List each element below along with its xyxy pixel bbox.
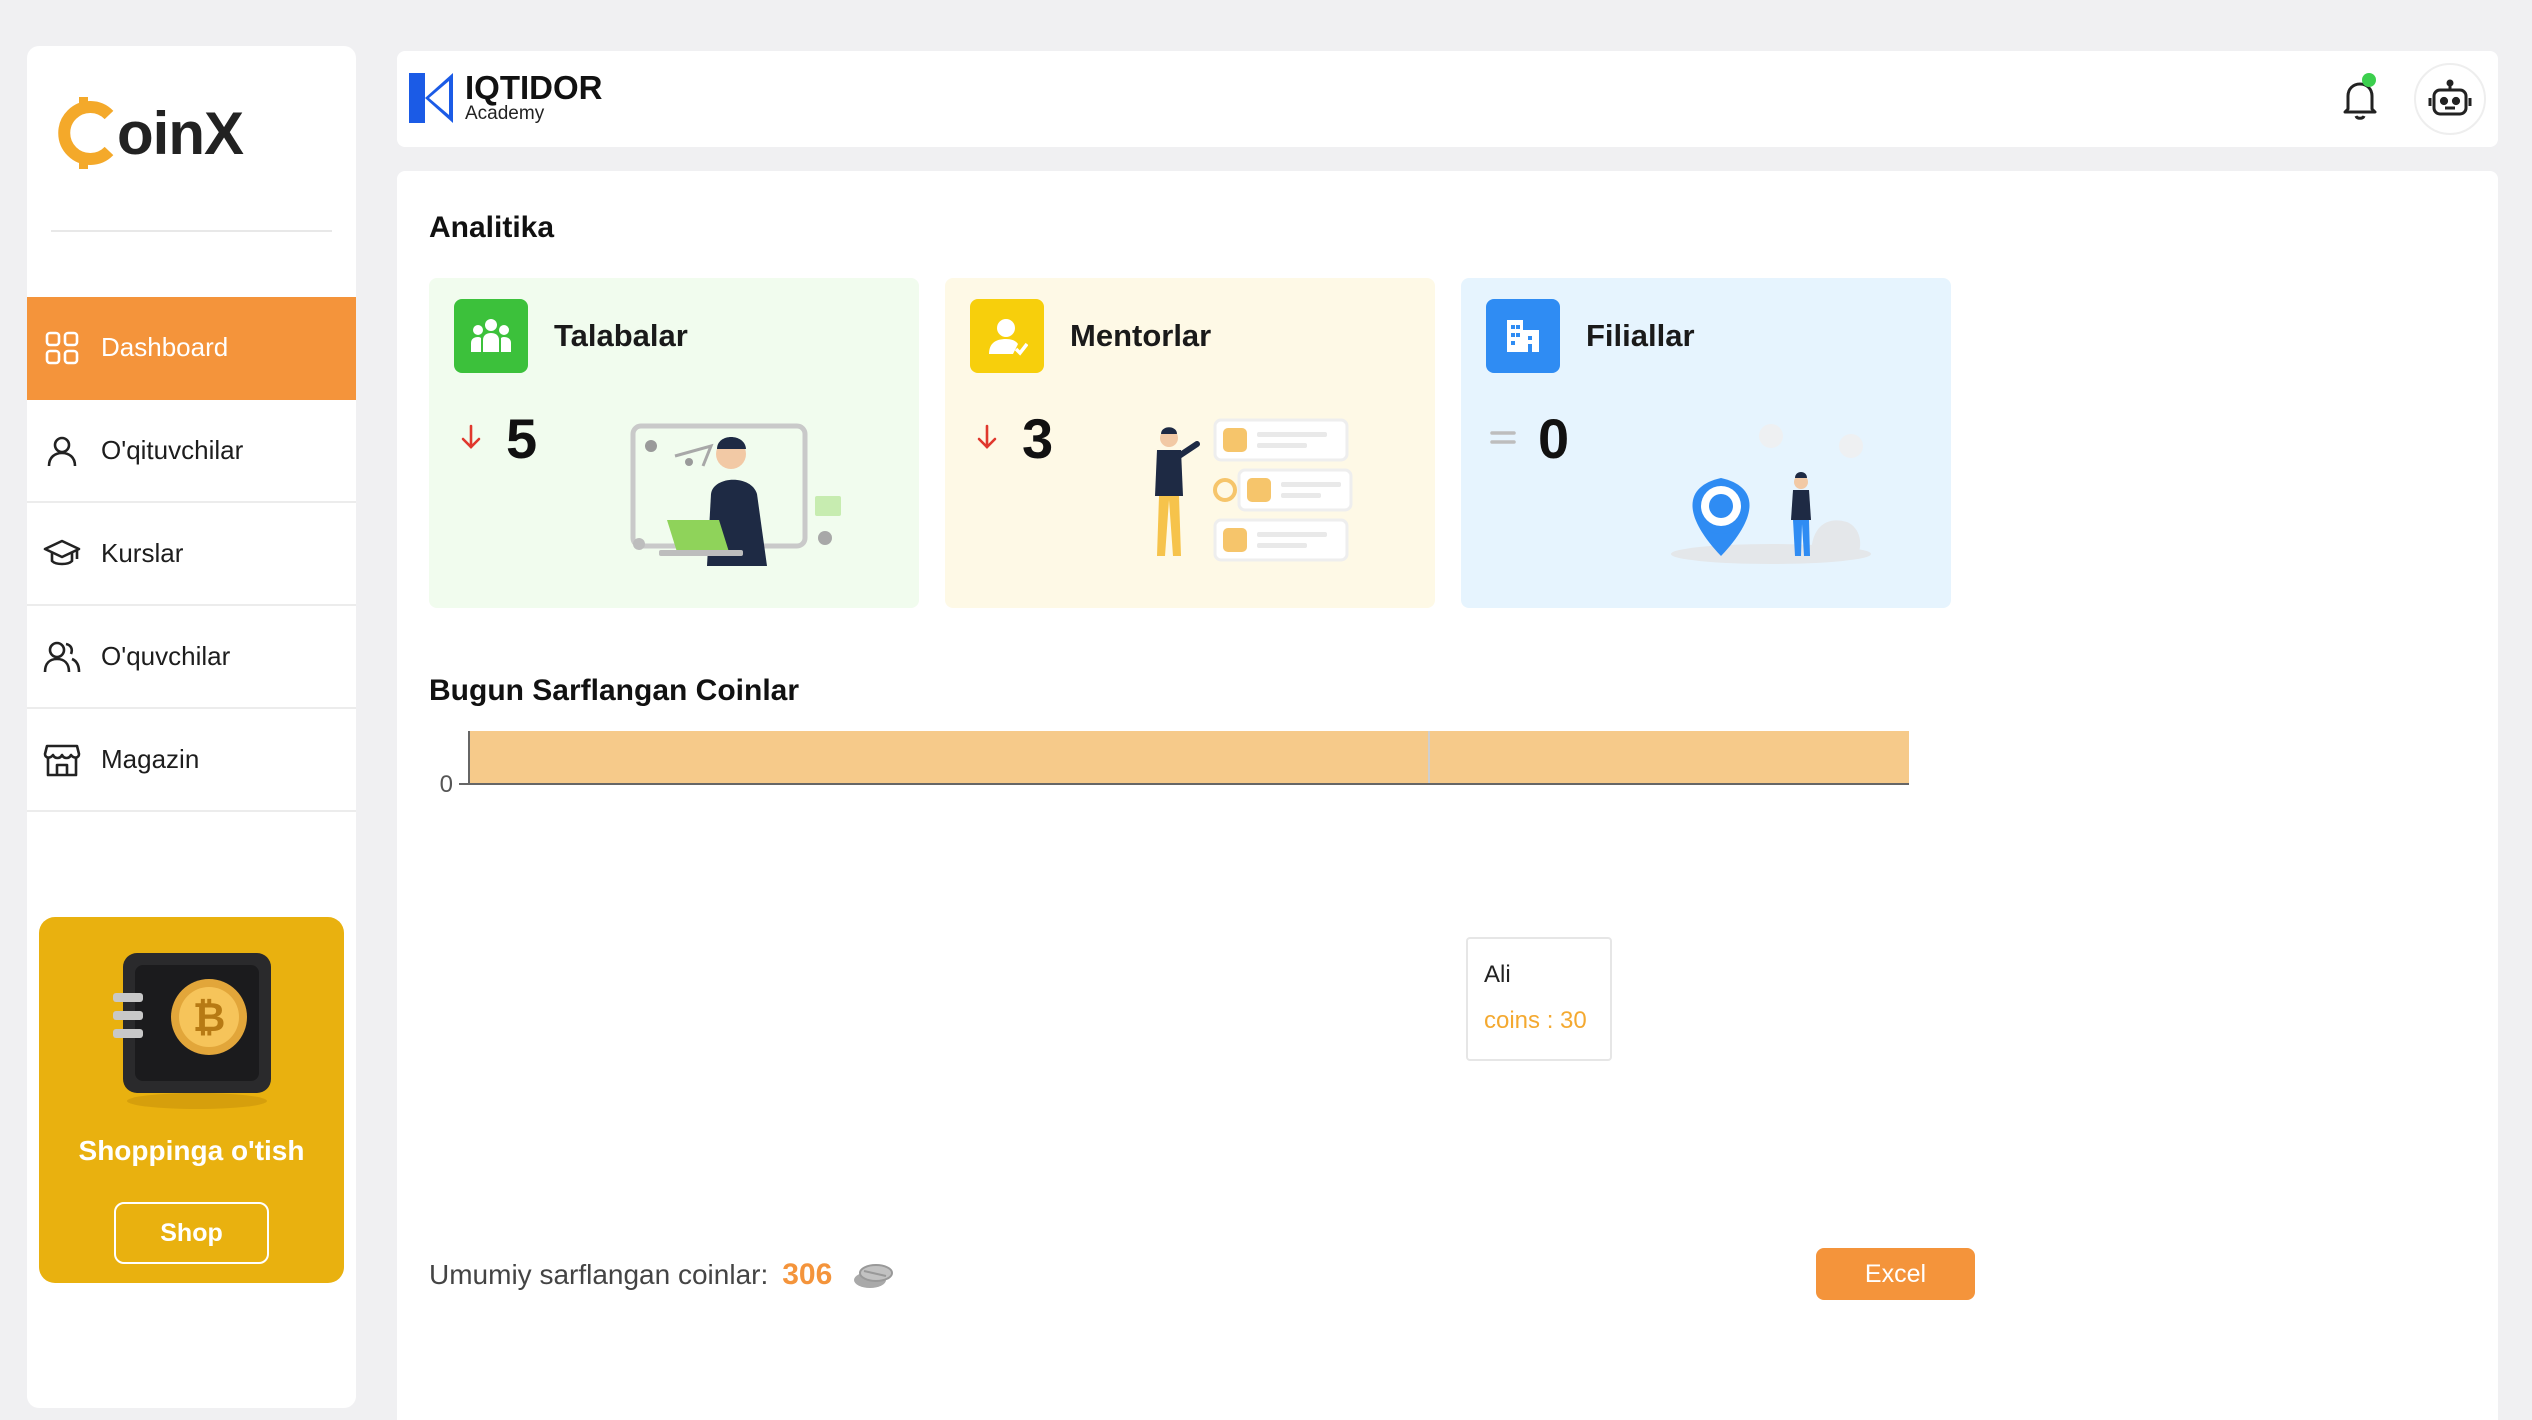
- sidebar-item-store[interactable]: Magazin: [27, 709, 356, 812]
- brand-text: IQTIDOR Academy: [465, 69, 603, 124]
- chart-tooltip: Ali coins : 30: [1466, 937, 1612, 1061]
- sidebar-item-label: Magazin: [101, 744, 200, 774]
- assistant-button[interactable]: [2414, 63, 2486, 135]
- sidebar-item-dashboard[interactable]: Dashboard: [27, 297, 356, 400]
- shop-button[interactable]: Shop: [114, 1202, 269, 1264]
- stat-card-students[interactable]: Talabalar 5: [429, 278, 919, 608]
- sidebar-item-label: Kurslar: [101, 538, 184, 568]
- sidebar-divider: [51, 230, 332, 232]
- user-icon: [41, 430, 83, 472]
- arrow-down-icon: [977, 424, 997, 449]
- tooltip-name: Ali: [1484, 961, 1511, 988]
- stat-title: Talabalar: [554, 318, 688, 353]
- excel-export-button[interactable]: Excel: [1816, 1248, 1975, 1300]
- building-icon: [1486, 299, 1560, 373]
- coinx-logo[interactable]: oinX: [55, 88, 244, 178]
- coins-stack-icon: [854, 1264, 894, 1288]
- sidebar-item-courses[interactable]: Kurslar: [27, 503, 356, 606]
- stat-title: Mentorlar: [1070, 318, 1212, 353]
- users-icon: [41, 636, 83, 678]
- top-header: IQTIDOR Academy: [397, 51, 2498, 147]
- notification-dot: [2362, 73, 2376, 87]
- sidebar-item-label: O'quvchilar: [101, 641, 231, 671]
- mentor-icon: [970, 299, 1044, 373]
- total-label: Umumiy sarflangan coinlar:: [429, 1259, 769, 1290]
- stat-value: 0: [1538, 407, 1570, 470]
- stat-value: 3: [1022, 407, 1054, 470]
- student-laptop-illustration: [630, 423, 841, 566]
- y-tick-label: 0: [440, 771, 453, 798]
- area-fill: [469, 731, 1909, 784]
- equal-icon: [1490, 431, 1516, 444]
- stat-card-mentors[interactable]: Mentorlar 3: [945, 278, 1435, 608]
- brand-logo[interactable]: IQTIDOR Academy: [409, 71, 603, 125]
- iqtidor-logo-icon: [409, 73, 453, 123]
- brand-name: IQTIDOR: [465, 69, 603, 106]
- coins-area-chart: 0255075100: [440, 731, 1909, 798]
- sidebar-item-students[interactable]: O'quvchilar: [27, 606, 356, 709]
- location-pin-illustration: [1671, 424, 1871, 564]
- bitcoin-safe-icon: ₿: [105, 931, 285, 1111]
- dashboard-grid-icon: [41, 327, 83, 369]
- sidebar: oinX Dashboard O'qituvchilar Kurslar O'q…: [27, 46, 356, 1408]
- tooltip-value: coins : 30: [1484, 1007, 1587, 1034]
- total-value: 306: [782, 1258, 833, 1291]
- store-icon: [41, 739, 83, 781]
- shop-promo-card: ₿ Shoppinga o'tish Shop: [39, 917, 344, 1283]
- sidebar-item-label: O'qituvchilar: [101, 435, 244, 465]
- analytics-title: Analitika: [429, 211, 555, 244]
- students-icon: [454, 299, 528, 373]
- stat-title: Filiallar: [1586, 318, 1695, 353]
- coin-logo-icon: [55, 93, 119, 173]
- sidebar-nav: Dashboard O'qituvchilar Kurslar O'quvchi…: [27, 297, 356, 812]
- stat-card-branches[interactable]: Filiallar 0: [1461, 278, 1951, 608]
- mentor-profiles-illustration: [1155, 418, 1353, 562]
- bell-icon[interactable]: [2336, 75, 2384, 123]
- svg-text:₿: ₿: [193, 995, 226, 1041]
- main-content: Analitika Talabalar 5 Mentorlar 3 Filial…: [397, 171, 2498, 1420]
- shop-card-title: Shoppinga o'tish: [78, 1135, 305, 1166]
- brand-subtitle: Academy: [465, 103, 545, 124]
- arrow-down-icon: [461, 424, 481, 449]
- total-coins: Umumiy sarflangan coinlar: 306: [429, 1258, 896, 1292]
- robot-icon: [2428, 79, 2472, 116]
- stat-value: 5: [506, 407, 538, 470]
- graduation-cap-icon: [41, 533, 83, 575]
- logo-text: oinX: [117, 99, 244, 167]
- sidebar-item-label: Dashboard: [101, 332, 229, 362]
- chart-title: Bugun Sarflangan Coinlar: [429, 674, 800, 707]
- sidebar-item-teachers[interactable]: O'qituvchilar: [27, 400, 356, 503]
